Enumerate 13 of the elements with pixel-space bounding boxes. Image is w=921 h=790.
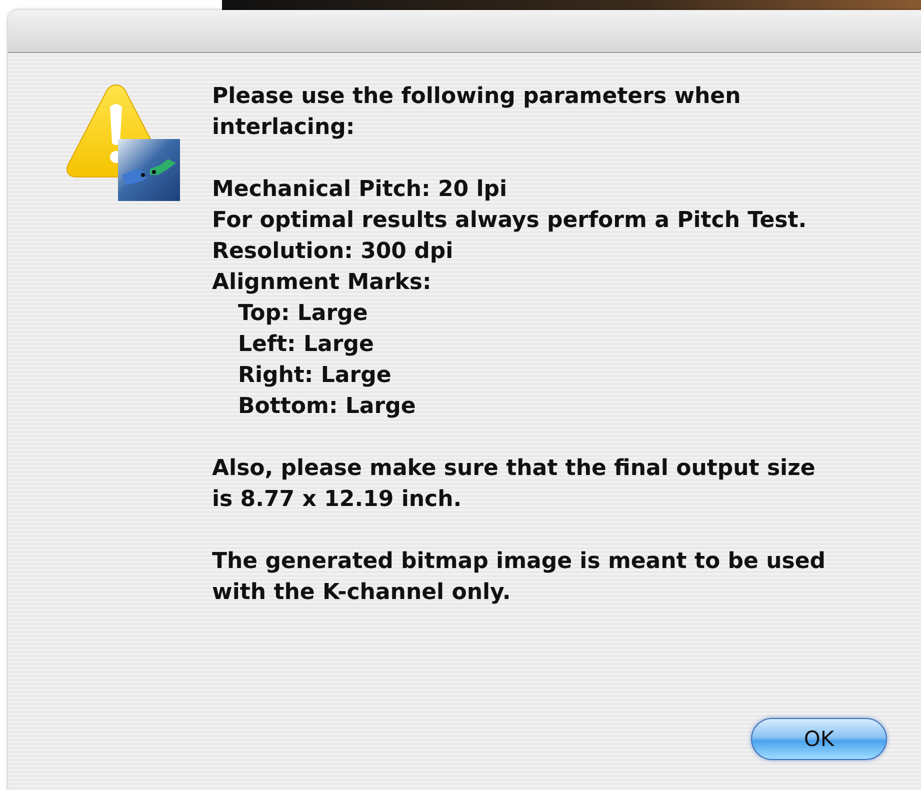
message-text: The generated bitmap image is meant to be used with the K-channel only. [212,548,827,607]
message-text: Alignment Marks: [212,269,432,297]
message-text: Mechanical Pitch: 20 lpi [212,176,508,204]
message-text: Bottom: Large [237,393,417,421]
message-text: Please use the following parameters when interlacing: [212,83,742,142]
app-icon [118,139,180,201]
message-text: Left: Large [237,331,375,359]
message-text: Also, please make sure that the final output size is 8.77 x 12.19 inch. [212,455,816,514]
message-text: For optimal results always perform a Pitch Test. [212,207,808,235]
message-text: Right: Large [237,362,392,390]
message-text: Resolution: 300 dpi [212,238,454,266]
ok-button[interactable]: OK [751,718,887,760]
message-text: Top: Large [237,300,369,328]
